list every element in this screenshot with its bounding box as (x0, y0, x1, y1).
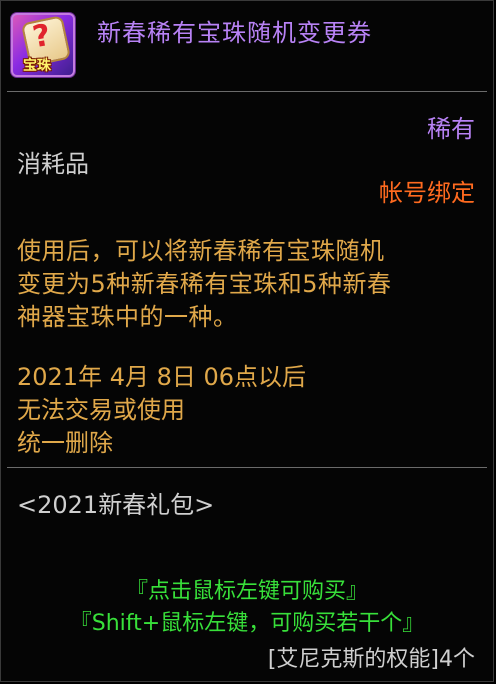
item-binding: 帐号绑定 (379, 179, 475, 207)
description-line: 神器宝珠中的一种。 (17, 303, 238, 331)
item-title: 新春稀有宝珠随机变更券 (97, 19, 372, 47)
buy-click-hint[interactable]: 『点击鼠标左键可购买』 (1, 573, 493, 605)
item-rarity: 稀有 (427, 115, 475, 143)
buy-shift-hint[interactable]: 『Shift+鼠标左键，可购买若干个』 (1, 605, 493, 637)
tooltip-header: ? 宝珠 新春稀有宝珠随机变更券 (1, 1, 493, 89)
expiry-line: 无法交易或使用 (17, 396, 185, 424)
divider (7, 91, 487, 92)
purchase-requirement: [艾尼克斯的权能]4个 (267, 647, 475, 672)
description-line: 变更为5种新春稀有宝珠和5种新春 (17, 270, 392, 298)
expiry-line: 统一删除 (17, 429, 113, 457)
item-category: 消耗品 (17, 150, 89, 178)
item-package: <2021新春礼包> (17, 491, 215, 519)
scroll-question-icon: ? 宝珠 (11, 13, 75, 77)
expiry-line: 2021年 4月 8日 06点以后 (17, 363, 307, 391)
icon-label: 宝珠 (23, 58, 51, 74)
item-tooltip: ? 宝珠 新春稀有宝珠随机变更券 稀有 消耗品 帐号绑定 使用后，可以将新春稀有… (0, 0, 494, 682)
description-line: 使用后，可以将新春稀有宝珠随机 (17, 237, 385, 265)
divider (7, 467, 487, 468)
